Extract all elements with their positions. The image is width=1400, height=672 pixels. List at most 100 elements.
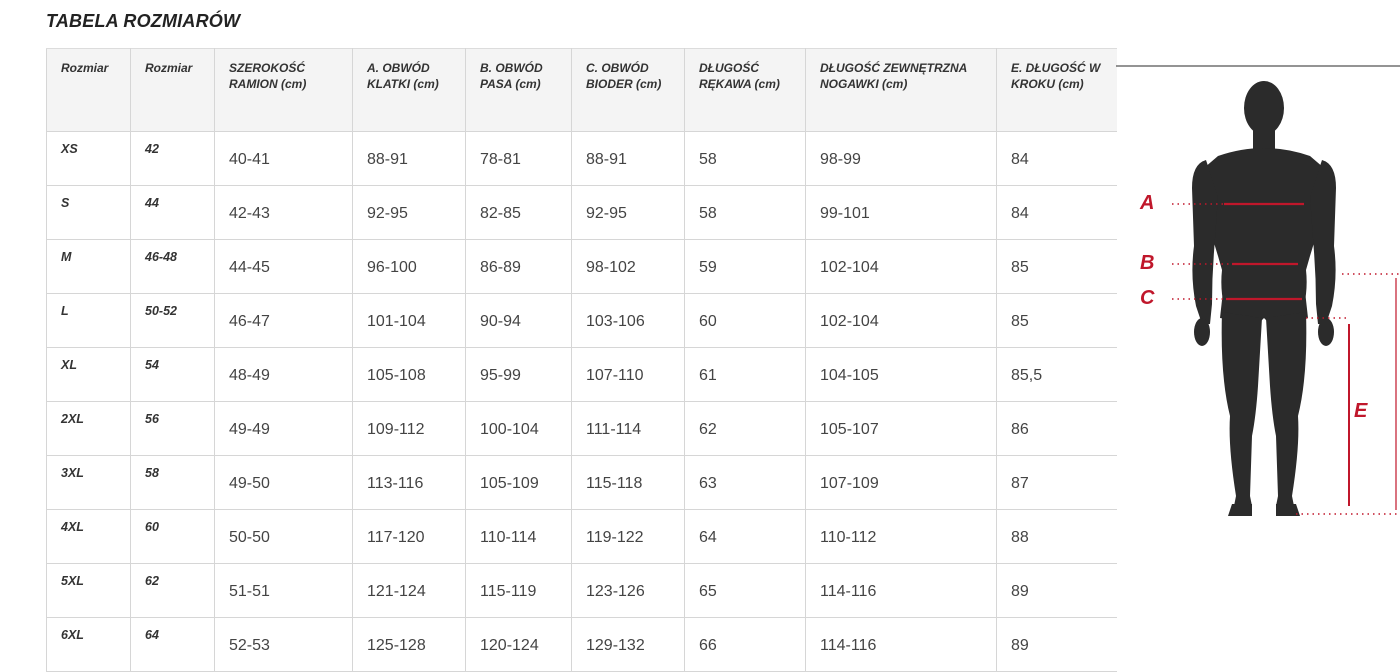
body-measurement-figure: A B C E [1110, 56, 1400, 560]
measurement-cell: 62 [684, 401, 806, 456]
measurement-cell: 49-50 [214, 455, 353, 510]
measurement-cell: 85 [996, 239, 1117, 294]
table-row: M 46-48 44-45 96-100 86-89 98-102 59 102-104 85 [46, 239, 1117, 294]
size-code-cell: 2XL [46, 401, 131, 456]
measurement-cell: 115-119 [465, 563, 572, 618]
eu-size-cell: 62 [130, 563, 215, 618]
measurement-cell: 63 [684, 455, 806, 510]
measurement-cell: 88-91 [352, 131, 466, 186]
measurement-cell: 104-105 [805, 347, 997, 402]
measurement-cell: 90-94 [465, 293, 572, 348]
measurement-cell: 92-95 [571, 185, 685, 240]
measurement-cell: 99-101 [805, 185, 997, 240]
measurement-cell: 105-109 [465, 455, 572, 510]
measurement-cell: 107-109 [805, 455, 997, 510]
measurement-cell: 103-106 [571, 293, 685, 348]
measurement-cell: 102-104 [805, 293, 997, 348]
measurement-cell: 44-45 [214, 239, 353, 294]
measurement-cell: 89 [996, 617, 1117, 672]
measurement-cell: 114-116 [805, 617, 997, 672]
measurement-cell: 120-124 [465, 617, 572, 672]
size-code-cell: S [46, 185, 131, 240]
column-header: E. DŁUGOŚĆ W KROKU (cm) [996, 48, 1117, 132]
measurement-cell: 59 [684, 239, 806, 294]
column-header: DŁUGOŚĆ ZEWNĘTRZNA NOGAWKI (cm) [805, 48, 997, 132]
measurement-cell: 88 [996, 509, 1117, 564]
measurement-cell: 52-53 [214, 617, 353, 672]
measurement-cell: 84 [996, 185, 1117, 240]
measurement-cell: 46-47 [214, 293, 353, 348]
measurement-cell: 92-95 [352, 185, 466, 240]
column-header: C. OBWÓD BIODER (cm) [571, 48, 685, 132]
measurement-cell: 48-49 [214, 347, 353, 402]
table-row: XS 42 40-41 88-91 78-81 88-91 58 98-99 84 [46, 131, 1117, 186]
measurement-cell: 78-81 [465, 131, 572, 186]
measurement-cell: 119-122 [571, 509, 685, 564]
measurement-cell: 102-104 [805, 239, 997, 294]
size-code-cell: XL [46, 347, 131, 402]
measurement-cell: 85 [996, 293, 1117, 348]
eu-size-cell: 58 [130, 455, 215, 510]
measurement-cell: 65 [684, 563, 806, 618]
table-row: 6XL 64 52-53 125-128 120-124 129-132 66 114-116… [46, 617, 1117, 672]
measurement-cell: 51-51 [214, 563, 353, 618]
measurement-cell: 129-132 [571, 617, 685, 672]
size-code-cell: 5XL [46, 563, 131, 618]
measurement-cell: 117-120 [352, 509, 466, 564]
measurement-cell: 110-112 [805, 509, 997, 564]
measurement-cell: 49-49 [214, 401, 353, 456]
size-code-cell: 3XL [46, 455, 131, 510]
measurement-cell: 111-114 [571, 401, 685, 456]
measurement-cell: 114-116 [805, 563, 997, 618]
measurement-cell: 115-118 [571, 455, 685, 510]
measurement-cell: 40-41 [214, 131, 353, 186]
size-code-cell: L [46, 293, 131, 348]
size-code-cell: 6XL [46, 617, 131, 672]
marker-e-label: E [1354, 400, 1368, 422]
measurement-cell: 86-89 [465, 239, 572, 294]
measurement-cell: 107-110 [571, 347, 685, 402]
column-header: Rozmiar [46, 48, 131, 132]
measurement-cell: 89 [996, 563, 1117, 618]
eu-size-cell: 46-48 [130, 239, 215, 294]
measurement-cell: 66 [684, 617, 806, 672]
measurement-cell: 123-126 [571, 563, 685, 618]
measurement-cell: 101-104 [352, 293, 466, 348]
page-title: TABELA ROZMIARÓW [46, 11, 241, 31]
measurement-cell: 95-99 [465, 347, 572, 402]
measurement-cell: 110-114 [465, 509, 572, 564]
table-row: 3XL 58 49-50 113-116 105-109 115-118 63 107-109… [46, 455, 1117, 510]
table-row: S 44 42-43 92-95 82-85 92-95 58 99-101 84 [46, 185, 1117, 240]
size-code-cell: 4XL [46, 509, 131, 564]
measurement-cell: 42-43 [214, 185, 353, 240]
measurement-cell: 87 [996, 455, 1117, 510]
measurement-cell: 50-50 [214, 509, 353, 564]
measurement-cell: 58 [684, 185, 806, 240]
table-row: 2XL 56 49-49 109-112 100-104 111-114 62 105-107… [46, 401, 1117, 456]
measurement-cell: 121-124 [352, 563, 466, 618]
measurement-cell: 125-128 [352, 617, 466, 672]
eu-size-cell: 64 [130, 617, 215, 672]
eu-size-cell: 42 [130, 131, 215, 186]
size-code-cell: M [46, 239, 131, 294]
column-header: DŁUGOŚĆ RĘKAWA (cm) [684, 48, 806, 132]
marker-c-label: C [1140, 287, 1155, 309]
measurement-cell: 96-100 [352, 239, 466, 294]
column-header: SZEROKOŚĆ RAMION (cm) [214, 48, 353, 132]
measurement-cell: 60 [684, 293, 806, 348]
table-row: 4XL 60 50-50 117-120 110-114 119-122 64 110-112… [46, 509, 1117, 564]
column-header: Rozmiar [130, 48, 215, 132]
measurement-cell: 61 [684, 347, 806, 402]
eu-size-cell: 56 [130, 401, 215, 456]
size-code-cell: XS [46, 131, 131, 186]
column-header: B. OBWÓD PASA (cm) [465, 48, 572, 132]
table-header-row: Rozmiar Rozmiar SZEROKOŚĆ RAMION (cm) A. OB… [46, 48, 1117, 132]
measurement-cell: 82-85 [465, 185, 572, 240]
measurement-cell: 98-102 [571, 239, 685, 294]
measurement-cell: 98-99 [805, 131, 997, 186]
measurement-cell: 105-108 [352, 347, 466, 402]
measurement-cell: 100-104 [465, 401, 572, 456]
size-chart-table: Rozmiar Rozmiar SZEROKOŚĆ RAMION (cm) A. OB… [46, 48, 1117, 672]
eu-size-cell: 60 [130, 509, 215, 564]
measurement-cell: 109-112 [352, 401, 466, 456]
